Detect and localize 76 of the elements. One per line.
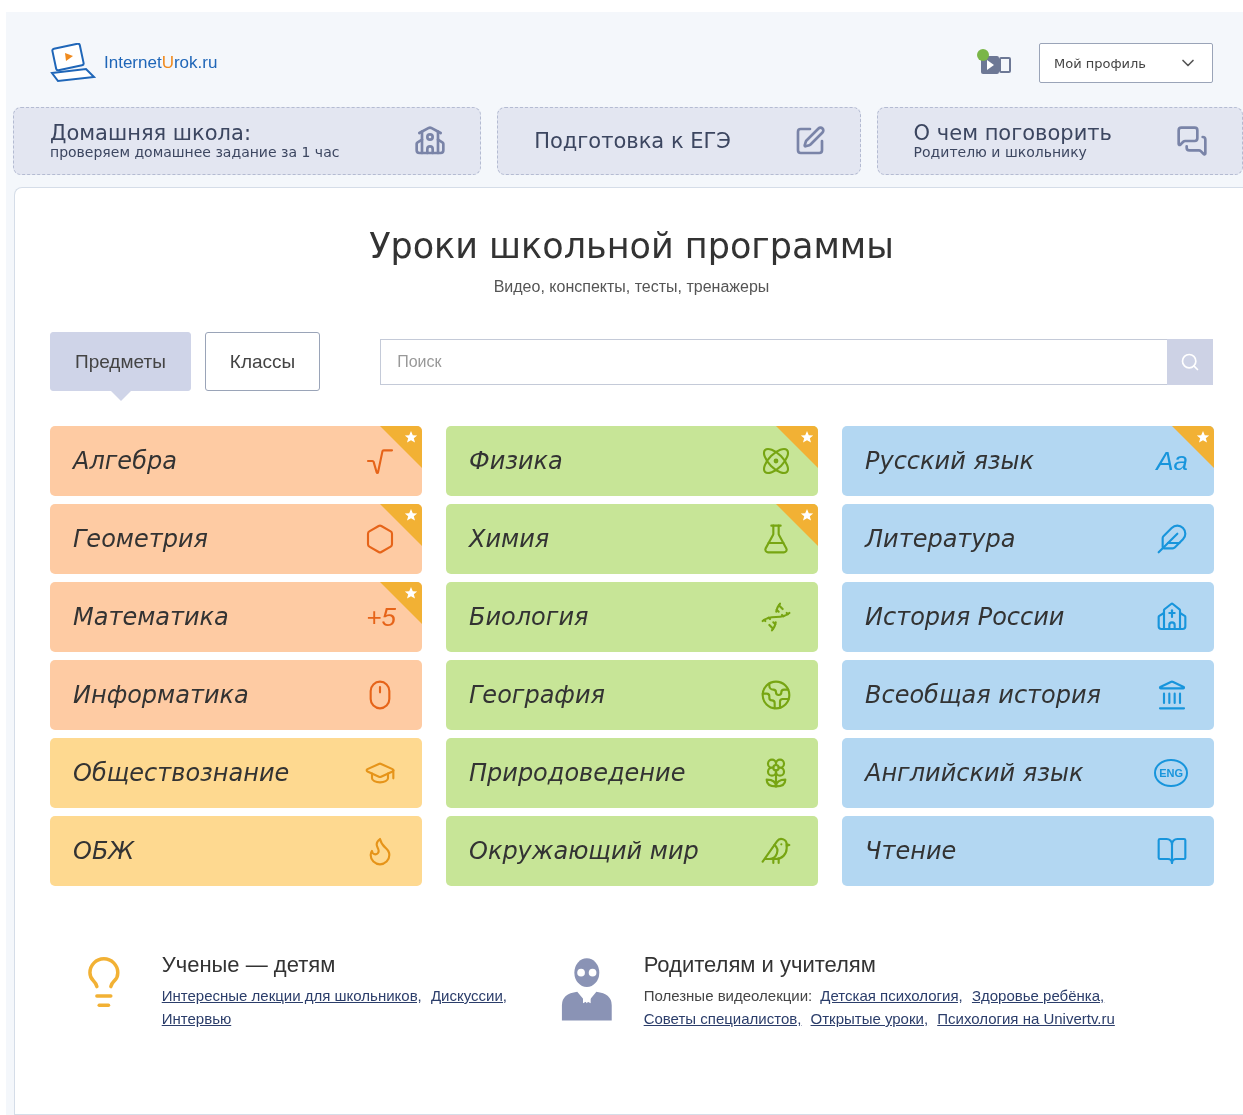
- promo-label: Полезные видеолекции:: [643, 987, 813, 1004]
- subject-tile[interactable]: Всеобщая история: [842, 660, 1214, 730]
- subject-name: Всеобщая история: [865, 681, 1101, 709]
- nav-title: Домашняя школа:: [50, 122, 252, 144]
- subject-tile[interactable]: Чтение: [842, 816, 1214, 886]
- subject-name: Обществознание: [73, 759, 290, 787]
- search-field[interactable]: Поиск: [380, 338, 1167, 385]
- subject-tile[interactable]: Информатика: [50, 660, 422, 730]
- promo-link[interactable]: Детская психология,: [820, 987, 963, 1004]
- nav-subtitle: проверяем домашнее задание за 1 час: [50, 144, 340, 160]
- subject-name: Природоведение: [469, 759, 686, 787]
- subject-name: ОБЖ: [73, 837, 135, 865]
- tab[interactable]: Классы: [204, 332, 321, 391]
- profile-dropdown[interactable]: Мой профиль: [1039, 43, 1213, 83]
- subject-name: Чтение: [865, 837, 957, 865]
- subject-name: Русский язык: [865, 447, 1035, 475]
- subject-tile[interactable]: ОБЖ: [50, 816, 422, 886]
- subject-tile[interactable]: Обществознание: [50, 738, 422, 808]
- tab-pointer: [111, 391, 131, 401]
- subject-tile[interactable]: Литература: [842, 504, 1214, 574]
- promo-link[interactable]: Здоровье ребёнка,: [971, 987, 1105, 1004]
- subject-name: История России: [865, 603, 1065, 631]
- eng-bubble-icon: ENG: [1154, 759, 1188, 787]
- dna-icon: [760, 601, 792, 633]
- page-subtitle: Видео, конспекты, тесты, тренажеры: [492, 278, 771, 296]
- subject-name: Алгебра: [73, 447, 177, 475]
- subject-tile[interactable]: Химия: [446, 504, 818, 574]
- promo-link[interactable]: Советы специалистов,: [643, 1010, 802, 1027]
- nav-card[interactable]: Подготовка к ЕГЭ: [497, 107, 861, 175]
- school-icon: [414, 125, 447, 157]
- subject-tile[interactable]: Природоведение: [446, 738, 818, 808]
- chat-icon: [1176, 125, 1208, 157]
- search-icon: [1180, 351, 1200, 372]
- subject-tile[interactable]: Английский язык ENG: [842, 738, 1214, 808]
- subject-tile[interactable]: История России: [842, 582, 1214, 652]
- subject-name: Биология: [469, 603, 589, 631]
- promo-link[interactable]: Дискуссии,: [430, 987, 507, 1004]
- nav-title: Подготовка к ЕГЭ: [534, 130, 731, 152]
- subject-name: Литература: [865, 525, 1016, 553]
- subject-tile[interactable]: Математика +5: [50, 582, 422, 652]
- page-title: Уроки школьной программы: [368, 226, 895, 266]
- subject-tile[interactable]: Геометрия: [50, 504, 422, 574]
- subject-name: Физика: [469, 447, 563, 475]
- subject-tile[interactable]: Физика: [446, 426, 818, 496]
- subject-name: Химия: [469, 525, 550, 553]
- columns-building-icon: [1156, 679, 1188, 711]
- bird-icon: [760, 835, 792, 867]
- globe-icon: [760, 679, 792, 711]
- subject-tile[interactable]: Русский язык Aa: [842, 426, 1214, 496]
- subject-name: Математика: [73, 603, 229, 631]
- promo-link[interactable]: Открытые уроки,: [810, 1010, 929, 1027]
- site-logo[interactable]: InternetUrok.ru: [104, 53, 218, 73]
- subject-name: Геометрия: [73, 525, 208, 553]
- subject-tile[interactable]: Биология: [446, 582, 818, 652]
- nav-card[interactable]: Домашняя школа: проверяем домашнее задание за 1 час: [13, 107, 482, 175]
- promo-title: Родителям и учителям: [643, 952, 877, 978]
- subject-tile[interactable]: Окружающий мир: [446, 816, 818, 886]
- subject-name: География: [469, 681, 605, 709]
- promo-link[interactable]: Интервью: [161, 1010, 232, 1027]
- atom-icon: [760, 445, 792, 477]
- laptop-logo-icon: [48, 43, 98, 83]
- subject-name: Информатика: [73, 681, 249, 709]
- icon-label: +5: [366, 601, 396, 633]
- nav-title: О чем поговорить: [913, 122, 1112, 144]
- nav-card[interactable]: О чем поговорить Родителю и школьнику: [876, 107, 1243, 175]
- subject-tile[interactable]: Алгебра: [50, 426, 422, 496]
- subject-name: Английский язык: [865, 759, 1084, 787]
- nav-subtitle: Родителю и школьнику: [913, 144, 1088, 160]
- icon-label: Aa: [1156, 445, 1188, 477]
- book-icon: [1156, 835, 1188, 867]
- promo-link[interactable]: Интересные лекции для школьников,: [161, 987, 422, 1004]
- promo-link[interactable]: Психология на Univertv.ru: [937, 1010, 1115, 1027]
- subject-tile[interactable]: География: [446, 660, 818, 730]
- quill-icon: [1156, 523, 1188, 555]
- subject-name: Окружающий мир: [469, 837, 699, 865]
- promo-title: Ученые — детям: [161, 952, 337, 978]
